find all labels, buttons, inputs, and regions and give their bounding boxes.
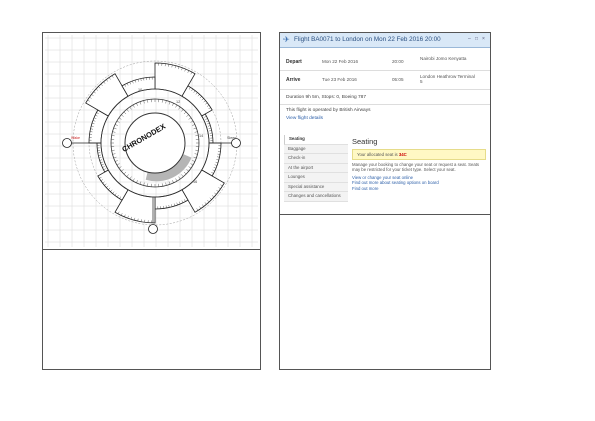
sidebar-item-airport[interactable]: At the airport	[284, 163, 348, 173]
petal-segment	[121, 76, 156, 97]
sidebar-item-seating[interactable]: Seating	[284, 135, 348, 145]
arrive-time: 05:05	[392, 77, 404, 82]
seating-heading: Seating	[352, 137, 378, 146]
depart-label: Depart	[286, 59, 302, 65]
depart-time: 20:00	[392, 59, 404, 64]
chronodex-diagram: CHRONODEX Wake Sleep 10 12 14 16	[43, 33, 260, 249]
arrive-date: Tue 23 Feb 2016	[322, 77, 357, 82]
sidebar-item-baggage[interactable]: Baggage	[284, 144, 348, 154]
sidebar-item-check-in[interactable]: Check-in	[284, 154, 348, 164]
arrive-row: Arrive Tue 23 Feb 2016 05:05 London Heat…	[280, 71, 490, 90]
sheet-divider	[43, 249, 260, 250]
petal-segment	[201, 142, 222, 177]
panel-bottom-divider	[280, 214, 490, 215]
window-titlebar: ✈ Flight BA0071 to London on Mon 22 Feb …	[280, 33, 490, 48]
petal-segment	[97, 169, 129, 201]
seat-notice: Your allocated seat is 34C	[352, 149, 486, 160]
depart-place: Nairobi Jomo Kenyatta	[420, 56, 467, 61]
sidebar-item-special-assistance[interactable]: Special assistance	[284, 182, 348, 192]
plane-icon: ✈	[283, 35, 290, 44]
ring-label-14: 14	[199, 134, 203, 138]
ring-label-16: 16	[193, 180, 197, 184]
sidebar-item-lounges[interactable]: Lounges	[284, 173, 348, 183]
petal-segment	[181, 85, 213, 117]
seat-number: 34C	[398, 152, 407, 157]
arrive-place: London Heathrow Terminal 5	[420, 74, 475, 84]
seating-paragraph: Manage your booking to change your seat …	[352, 162, 480, 173]
depart-row: Depart Mon 22 Feb 2016 20:00 Nairobi Jom…	[280, 53, 490, 71]
divider	[280, 103, 490, 105]
seat-notice-text: Your allocated seat is	[357, 152, 398, 157]
sleep-label: Sleep	[227, 136, 236, 140]
duration-note: Duration 9h 5m, Stops: 0, Boeing 787	[286, 95, 366, 100]
sidebar-item-changes[interactable]: Changes and cancellations	[284, 192, 348, 202]
seating-panel: Seating Your allocated seat is 34C Manag…	[352, 137, 486, 191]
close-button[interactable]: ×	[482, 36, 485, 42]
arrive-label: Arrive	[286, 77, 301, 83]
ring-label-10: 10	[138, 88, 142, 92]
seating-links: View or change your seat online Find out…	[352, 175, 486, 191]
pin-bottom	[148, 224, 158, 234]
window-title: Flight BA0071 to London on Mon 22 Feb 20…	[294, 36, 441, 43]
minimize-button[interactable]: –	[468, 36, 471, 42]
sidebar: Seating Baggage Check-in At the airport …	[284, 135, 348, 202]
view-details-link[interactable]: View flight details	[286, 116, 323, 121]
flight-info-sheet: ✈ Flight BA0071 to London on Mon 22 Feb …	[279, 32, 491, 370]
ring-label-12: 12	[176, 100, 180, 104]
operated-note: This flight is operated by British Airwa…	[286, 108, 371, 113]
chronodex-sheet: CHRONODEX Wake Sleep 10 12 14 16	[42, 32, 261, 370]
find-out-more-link[interactable]: Find out more	[352, 186, 486, 191]
wake-label: Wake	[71, 136, 80, 140]
chronodex-svg: CHRONODEX Wake Sleep 10 12 14 16	[45, 35, 258, 247]
depart-date: Mon 22 Feb 2016	[322, 59, 359, 64]
maximize-button[interactable]: □	[475, 36, 478, 42]
petal-segment	[88, 109, 109, 144]
